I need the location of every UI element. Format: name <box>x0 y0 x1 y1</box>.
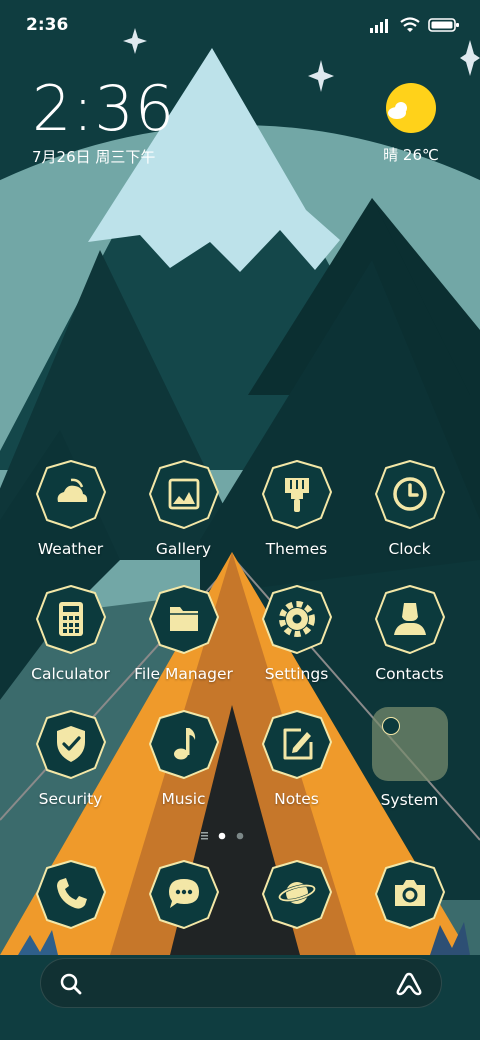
app-icon-music <box>148 708 220 780</box>
app-system-folder[interactable]: System <box>353 707 466 809</box>
dock-messages[interactable] <box>127 858 240 930</box>
app-calculator[interactable]: Calculator <box>14 583 127 683</box>
search-icon[interactable] <box>59 972 83 996</box>
app-label: Themes <box>265 540 328 558</box>
app-icon-clock <box>374 458 446 530</box>
app-label: Security <box>38 790 103 808</box>
app-icon-file-manager <box>148 583 220 655</box>
status-time: 2:36 <box>26 15 69 35</box>
page-dot <box>236 832 244 840</box>
app-themes[interactable]: Themes <box>240 458 353 558</box>
widget-time: 2:36 <box>32 72 176 145</box>
app-label: Contacts <box>375 665 444 683</box>
app-folder-system <box>371 707 448 781</box>
app-label: Music <box>161 790 206 808</box>
app-gallery[interactable]: Gallery <box>127 458 240 558</box>
wifi-icon <box>400 17 420 32</box>
clock-widget[interactable]: 2:36 7月26日 周三下午 <box>32 74 175 167</box>
battery-icon <box>428 18 459 32</box>
app-label: Settings <box>264 665 329 683</box>
calculator-icon <box>58 602 83 636</box>
search-bar[interactable] <box>40 958 442 1008</box>
app-label: Notes <box>274 790 319 808</box>
app-file-manager[interactable]: File Manager <box>127 583 240 683</box>
weather-text: 晴 26℃ <box>383 146 439 164</box>
app-icon-notes <box>261 708 333 780</box>
dock-phone[interactable] <box>14 858 127 930</box>
folder-mini-app-icon <box>381 717 400 735</box>
page-list-icon <box>201 832 208 840</box>
status-icons <box>370 14 460 36</box>
app-label: File Manager <box>134 665 233 683</box>
app-icon-settings <box>261 583 333 655</box>
app-icon-contacts <box>374 583 446 655</box>
app-icon-gallery <box>148 458 220 530</box>
dock-camera[interactable] <box>353 858 466 930</box>
dock-browser[interactable] <box>240 858 353 930</box>
page-dot-active <box>218 832 226 840</box>
app-icon-weather <box>35 458 107 530</box>
app-icon-calculator <box>35 583 107 655</box>
signal-icon <box>370 19 388 33</box>
app-label: Clock <box>388 540 431 558</box>
app-icon-themes <box>261 458 333 530</box>
weather-widget[interactable]: 晴 26℃ <box>376 82 446 165</box>
assistant-icon[interactable] <box>395 971 423 997</box>
app-weather[interactable]: Weather <box>14 458 127 558</box>
status-bar: 2:36 <box>0 0 480 50</box>
app-icon-security <box>35 708 107 780</box>
app-label: System <box>380 791 439 809</box>
app-clock[interactable]: Clock <box>353 458 466 558</box>
widget-date: 7月26日 周三下午 <box>32 148 156 166</box>
app-label: Gallery <box>155 540 212 558</box>
page-indicator[interactable] <box>0 828 480 842</box>
dock-icon-camera <box>374 858 446 930</box>
app-label: Weather <box>37 540 104 558</box>
app-contacts[interactable]: Contacts <box>353 583 466 683</box>
sunny-cloud-icon <box>385 82 437 134</box>
app-label: Calculator <box>31 665 110 683</box>
app-security[interactable]: Security <box>14 708 127 808</box>
app-notes[interactable]: Notes <box>240 708 353 808</box>
dock-icon-phone <box>35 858 107 930</box>
dock-icon-browser <box>261 858 333 930</box>
app-settings[interactable]: Settings <box>240 583 353 683</box>
dock-icon-messages <box>148 858 220 930</box>
app-music[interactable]: Music <box>127 708 240 808</box>
